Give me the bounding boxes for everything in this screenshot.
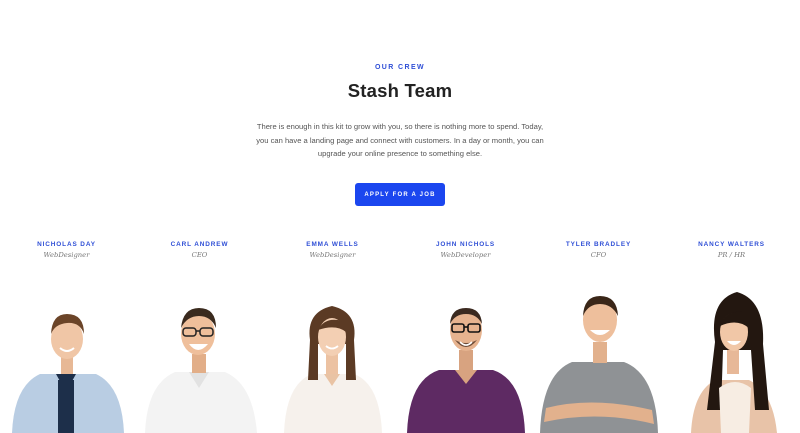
team-member-card[interactable]: NICHOLAS DAY WebDesigner [0, 238, 133, 433]
member-role: CFO [590, 251, 607, 259]
team-member-card[interactable]: TYLER BRADLEY CFO [532, 238, 665, 433]
member-photo [266, 284, 399, 433]
member-photo [399, 284, 532, 433]
member-role: WebDesigner [309, 251, 356, 259]
team-member-card[interactable]: JOHN NICHOLS WebDeveloper [399, 238, 532, 433]
member-photo [665, 284, 798, 433]
member-role: CEO [191, 251, 208, 259]
section-description: There is enough in this kit to grow with… [256, 122, 544, 158]
member-name: EMMA WELLS [306, 241, 359, 248]
section-eyebrow: OUR CREW [374, 64, 426, 71]
member-name: JOHN NICHOLS [435, 241, 496, 248]
member-name: NANCY WALTERS [698, 241, 765, 248]
member-role: WebDeveloper [440, 251, 491, 259]
team-member-card[interactable]: CARL ANDREW CEO [133, 238, 266, 433]
member-name: NICHOLAS DAY [37, 241, 96, 248]
member-photo [133, 284, 266, 433]
team-grid: NICHOLAS DAY WebDesigner CARL ANDREW CEO [0, 238, 800, 433]
team-member-card[interactable]: EMMA WELLS WebDesigner [266, 238, 399, 433]
member-role: PR / HR [717, 251, 746, 259]
member-photo [0, 284, 133, 433]
member-photo [532, 284, 665, 433]
section-title: Stash Team [347, 80, 453, 101]
apply-for-job-button[interactable]: APPLY FOR A JOB [355, 183, 445, 206]
member-role: WebDesigner [43, 251, 90, 259]
member-name: TYLER BRADLEY [565, 241, 632, 248]
team-member-card[interactable]: NANCY WALTERS PR / HR [665, 238, 798, 433]
member-name: CARL ANDREW [170, 241, 229, 248]
